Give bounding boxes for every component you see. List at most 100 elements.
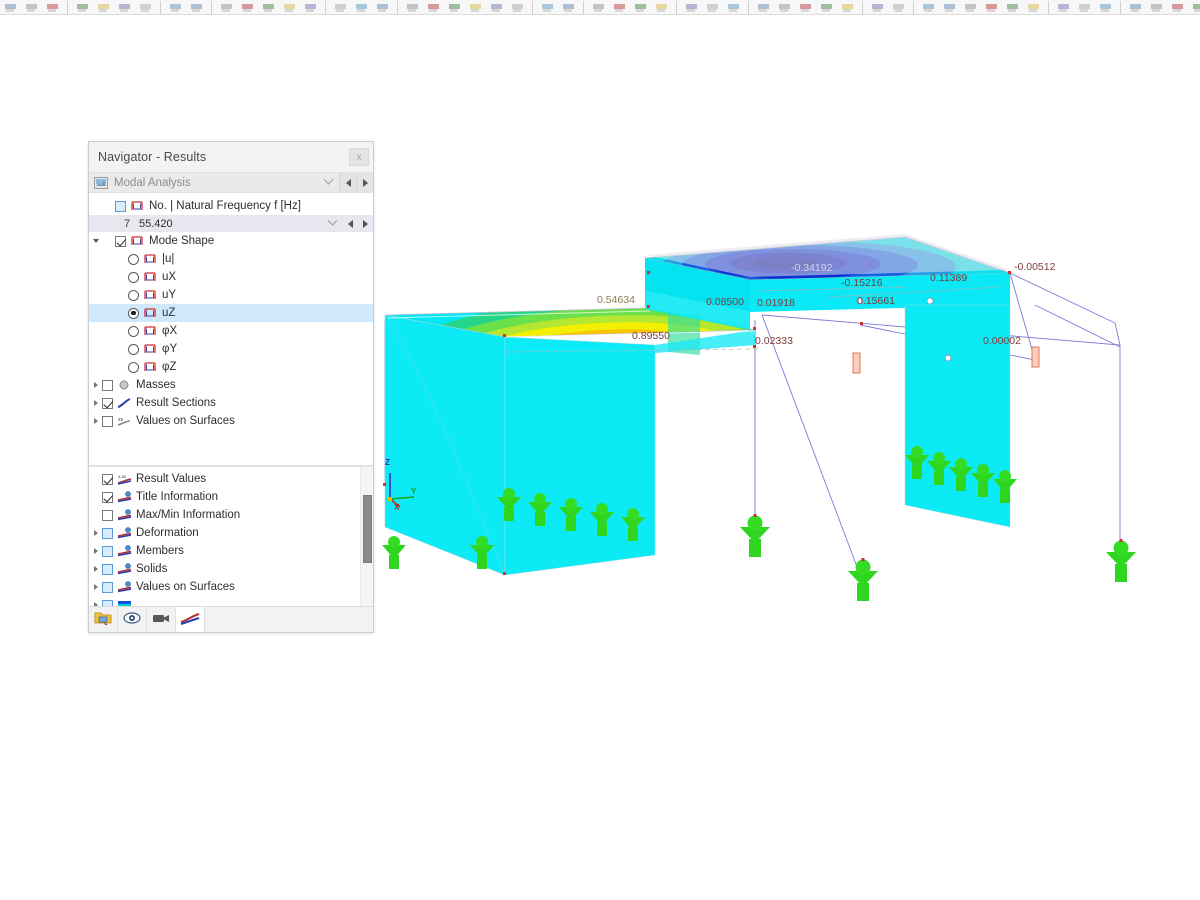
expand-arrow-right-icon[interactable] — [89, 578, 102, 596]
display-item-result-values[interactable]: x.xx Result Values — [89, 470, 360, 488]
results-tree[interactable]: No. | Natural Frequency f [Hz] 7 55.420 — [89, 193, 373, 465]
next-mode-button[interactable] — [357, 215, 373, 232]
toolbar-group-9[interactable] — [681, 0, 744, 14]
display-item-members[interactable]: Members — [89, 542, 360, 560]
toolbar-button-icon[interactable] — [489, 1, 504, 14]
expand-arrow-right-icon[interactable] — [89, 542, 102, 560]
previous-mode-button[interactable] — [343, 215, 357, 232]
toolbar-button-icon[interactable] — [354, 1, 369, 14]
toolbar-group-11[interactable] — [867, 0, 909, 14]
toolbar-button-icon[interactable] — [1149, 1, 1164, 14]
toolbar-button-icon[interactable] — [870, 1, 885, 14]
toolbar-button-icon[interactable] — [921, 1, 936, 14]
component-radio[interactable] — [128, 361, 139, 373]
toolbar-button-icon[interactable] — [261, 1, 276, 14]
component-row-uz[interactable]: uZ — [89, 304, 373, 322]
toolbar-button-icon[interactable] — [468, 1, 483, 14]
toolbar-button-icon[interactable] — [540, 1, 555, 14]
display-properties-list[interactable]: x.xx Result Values Title Information Max/Mi… — [89, 466, 373, 606]
toolbar-button-icon[interactable] — [654, 1, 669, 14]
navigator-title-bar[interactable]: Navigator - Results x — [89, 142, 373, 173]
toolbar-button-icon[interactable] — [1098, 1, 1113, 14]
mode-shape-checkbox[interactable] — [115, 235, 126, 247]
display-checkbox[interactable] — [102, 599, 113, 606]
toolbar-button-icon[interactable] — [96, 1, 111, 14]
component-row-uy[interactable]: uY — [89, 286, 373, 304]
toolbar-group-7[interactable] — [537, 0, 579, 14]
toolbar-button-icon[interactable] — [561, 1, 576, 14]
toolbar-button-icon[interactable] — [1191, 1, 1200, 14]
display-checkbox[interactable] — [102, 563, 113, 575]
toolbar-button-icon[interactable] — [1170, 1, 1185, 14]
close-icon[interactable]: x — [349, 148, 369, 166]
display-checkbox[interactable] — [102, 581, 113, 593]
display-item-max-min-information[interactable]: Max/Min Information — [89, 506, 360, 524]
toolbar-group-13[interactable] — [1053, 0, 1116, 14]
results-tab[interactable] — [176, 607, 205, 632]
combo-chevron-down-icon[interactable] — [317, 173, 339, 193]
toolbar-button-icon[interactable] — [726, 1, 741, 14]
component-row-x[interactable]: φX — [89, 322, 373, 340]
toolbar-button-icon[interactable] — [447, 1, 462, 14]
visibility-tab[interactable] — [118, 607, 147, 632]
component-radio[interactable] — [128, 307, 139, 319]
display-checkbox[interactable] — [102, 491, 113, 503]
expand-arrow-right-icon[interactable] — [89, 524, 102, 542]
toolbar-button-icon[interactable] — [612, 1, 627, 14]
toolbar-button-icon[interactable] — [282, 1, 297, 14]
toolbar-group-8[interactable] — [588, 0, 672, 14]
component-row-u[interactable]: |u| — [89, 250, 373, 268]
expand-arrow-right-icon[interactable] — [89, 412, 102, 430]
group-checkbox[interactable] — [102, 415, 113, 427]
component-radio[interactable] — [128, 343, 139, 355]
component-row-z[interactable]: φZ — [89, 358, 373, 376]
display-checkbox[interactable] — [102, 473, 113, 485]
toolbar-button-icon[interactable] — [1128, 1, 1143, 14]
toolbar-button-icon[interactable] — [510, 1, 525, 14]
expand-arrow-right-icon[interactable] — [89, 394, 102, 412]
toolbar-button-icon[interactable] — [840, 1, 855, 14]
toolbar-button-icon[interactable] — [75, 1, 90, 14]
toolbar-group-6[interactable] — [402, 0, 528, 14]
top-toolbar-strip[interactable] — [0, 0, 1200, 15]
toolbar-button-icon[interactable] — [1077, 1, 1092, 14]
tree-item-natural-frequency[interactable]: No. | Natural Frequency f [Hz] — [89, 197, 373, 215]
toolbar-button-icon[interactable] — [984, 1, 999, 14]
toolbar-button-icon[interactable] — [138, 1, 153, 14]
display-checkbox[interactable] — [102, 509, 113, 521]
analysis-case-combo[interactable]: Modal Analysis — [89, 172, 373, 193]
toolbar-button-icon[interactable] — [633, 1, 648, 14]
toolbar-group-3[interactable] — [165, 0, 207, 14]
toolbar-button-icon[interactable] — [45, 1, 60, 14]
toolbar-group-12[interactable] — [918, 0, 1044, 14]
toolbar-button-icon[interactable] — [798, 1, 813, 14]
toolbar-button-icon[interactable] — [168, 1, 183, 14]
navigator-tab-bar[interactable] — [89, 606, 373, 632]
display-item-extra[interactable] — [89, 596, 360, 606]
group-checkbox[interactable] — [102, 379, 113, 391]
toolbar-button-icon[interactable] — [819, 1, 834, 14]
toolbar-button-icon[interactable] — [1056, 1, 1071, 14]
toolbar-group-5[interactable] — [330, 0, 393, 14]
component-radio[interactable] — [128, 271, 139, 283]
toolbar-group-10[interactable] — [753, 0, 858, 14]
expand-arrow-right-icon[interactable] — [89, 596, 102, 606]
toolbar-button-icon[interactable] — [684, 1, 699, 14]
toolbar-button-icon[interactable] — [1026, 1, 1041, 14]
toolbar-button-icon[interactable] — [1005, 1, 1020, 14]
toolbar-button-icon[interactable] — [375, 1, 390, 14]
toolbar-button-icon[interactable] — [963, 1, 978, 14]
group-row-result-sections[interactable]: Result Sections — [89, 394, 373, 412]
toolbar-button-icon[interactable] — [219, 1, 234, 14]
toolbar-button-icon[interactable] — [591, 1, 606, 14]
toolbar-button-icon[interactable] — [189, 1, 204, 14]
toolbar-button-icon[interactable] — [333, 1, 348, 14]
display-properties-items[interactable]: x.xx Result Values Title Information Max/Mi… — [89, 467, 360, 606]
toolbar-button-icon[interactable] — [426, 1, 441, 14]
display-item-deformation[interactable]: Deformation — [89, 524, 360, 542]
frequency-selector-row[interactable]: 7 55.420 — [89, 215, 373, 232]
toolbar-button-icon[interactable] — [705, 1, 720, 14]
component-row-ux[interactable]: uX — [89, 268, 373, 286]
expand-arrow-right-icon[interactable] — [89, 560, 102, 578]
toolbar-button-icon[interactable] — [303, 1, 318, 14]
